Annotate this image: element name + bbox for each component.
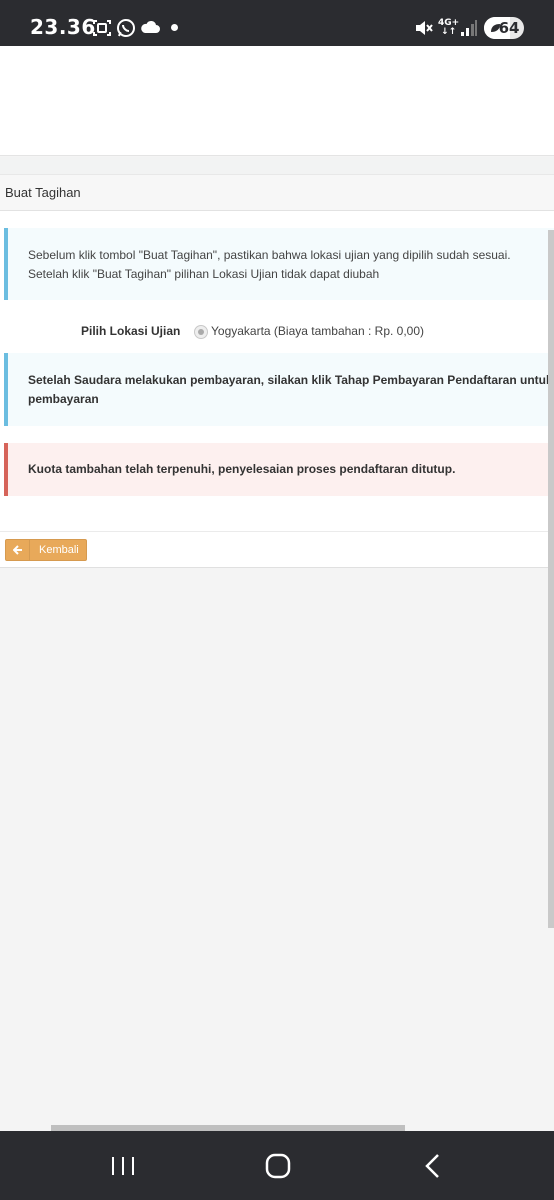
location-option-label[interactable]: Yogyakarta (Biaya tambahan : Rp. 0,00) <box>211 324 424 338</box>
payment-notice: Setelah Saudara melakukan pembayaran, si… <box>4 353 554 426</box>
back-icon[interactable] <box>413 1151 453 1181</box>
page-header-area <box>0 46 554 156</box>
location-label: Pilih Lokasi Ujian <box>81 324 181 338</box>
vertical-scrollbar[interactable] <box>548 230 554 928</box>
panel-title: Buat Tagihan <box>5 185 81 200</box>
notification-dot-icon <box>171 24 178 31</box>
location-field: Pilih Lokasi Ujian Yogyakarta (Biaya tam… <box>0 322 554 342</box>
network-type: 4G+ ↓↑ <box>438 18 460 37</box>
screenshot-icon <box>92 18 112 43</box>
section-gap <box>0 157 554 174</box>
mute-icon <box>414 19 434 42</box>
status-bar: 23.36 4G+ ↓↑ 64 <box>0 0 554 46</box>
cloud-icon <box>140 20 160 39</box>
info-notice: Sebelum klik tombol "Buat Tagihan", past… <box>4 228 554 300</box>
home-icon[interactable] <box>258 1151 298 1181</box>
payment-notice-line2: pembayaran <box>28 392 99 406</box>
battery-icon: 64 <box>484 17 524 39</box>
quota-alert: Kuota tambahan telah terpenuhi, penyeles… <box>4 443 554 496</box>
back-button-label: Kembali <box>39 544 79 556</box>
info-notice-line2: Setelah klik "Buat Tagihan" pilihan Loka… <box>28 267 380 281</box>
whatsapp-icon <box>116 18 136 43</box>
arrow-left-icon <box>6 540 30 560</box>
status-time: 23.36 <box>30 15 96 39</box>
navigation-bar <box>0 1131 554 1200</box>
signal-icon <box>460 19 478 42</box>
panel-heading: Buat Tagihan <box>0 174 554 211</box>
quota-alert-text: Kuota tambahan telah terpenuhi, penyeles… <box>28 462 456 476</box>
info-notice-line1: Sebelum klik tombol "Buat Tagihan", past… <box>28 248 511 262</box>
location-radio[interactable] <box>194 325 208 339</box>
panel-footer: Kembali <box>0 531 554 568</box>
payment-notice-line1: Setelah Saudara melakukan pembayaran, si… <box>28 373 553 387</box>
recent-apps-icon[interactable] <box>103 1151 143 1181</box>
back-button[interactable]: Kembali <box>5 539 87 561</box>
